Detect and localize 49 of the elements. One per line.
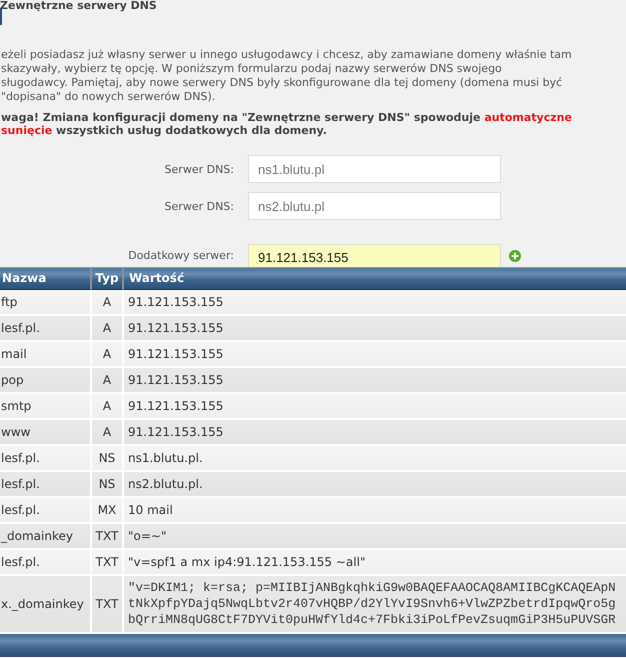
section-title: Zewnętrzne serwery DNS — [0, 0, 158, 12]
record-type-cell: A — [92, 290, 124, 316]
warning-paragraph: waga! Zmiana konfiguracji domeny na "Zewnętrzne serwery DNS" spowoduje automatyczne sunięcie wszystkich usług dodatkowych dla domeny. — [1, 111, 573, 137]
record-name-cell: ftp — [0, 290, 92, 316]
record-value-cell: ns2.blutu.pl. — [124, 472, 626, 498]
record-value-cell: 10 mail — [124, 498, 626, 524]
record-name-cell: pop — [0, 368, 92, 394]
record-name-cell: lesf.pl. — [0, 446, 92, 472]
record-value-cell: 91.121.153.155 — [124, 342, 626, 368]
record-type-cell: A — [92, 368, 124, 394]
record-value-cell: "v=spf1 a mx ip4:91.121.153.155 ~all" — [124, 550, 626, 576]
record-name-cell: _domainkey — [0, 524, 92, 550]
record-type-cell: NS — [92, 446, 124, 472]
record-name-cell: lesf.pl. — [0, 316, 92, 342]
intro-paragraph: eżeli posiadasz już własny serwer u innego usługodawcy i chcesz, aby zamawiane domeny właśnie tam skazywały, wybierz tę opcję. W poniższym formularzu podaj nazwy serwerów DNS swojego sługodawcy. Pamiętaj, aby nowe serwery DNS były skonfigurowane dla tej domeny (domena musi być "dopisana" do nowych serwerów DNS). — [1, 48, 573, 104]
record-name-cell: lesf.pl. — [0, 472, 92, 498]
field-label: Serwer DNS: — [164, 200, 234, 212]
record-name-cell: x._domainkey — [0, 576, 92, 634]
record-type-cell: A — [92, 394, 124, 420]
record-type-cell: NS — [92, 472, 124, 498]
record-value-cell: "o=~" — [124, 524, 626, 550]
dns-server-field[interactable]: ns1.blutu.pl — [248, 155, 501, 183]
record-value-cell: 91.121.153.155 — [124, 368, 626, 394]
record-name-cell: smtp — [0, 394, 92, 420]
record-type-cell: TXT — [92, 550, 124, 576]
dns-server-field[interactable]: 91.121.153.155 — [248, 244, 501, 267]
column-header: Nazwa — [0, 267, 92, 290]
record-name-cell: lesf.pl. — [0, 550, 92, 576]
add-icon[interactable] — [509, 250, 521, 262]
record-type-cell: TXT — [92, 576, 124, 634]
record-value-cell: 91.121.153.155 — [124, 290, 626, 316]
record-type-cell: A — [92, 420, 124, 446]
record-name-cell: lesf.pl. — [0, 498, 92, 524]
column-header: Wartość — [124, 267, 626, 290]
field-label: Serwer DNS: — [164, 162, 234, 176]
dns-server-field[interactable]: ns2.blutu.pl — [248, 192, 501, 220]
record-value-cell: 91.121.153.155 — [124, 316, 626, 342]
record-type-cell: A — [92, 316, 124, 342]
record-name-cell: www — [0, 420, 92, 446]
record-type-cell: TXT — [92, 524, 124, 550]
record-type-cell: A — [92, 342, 124, 368]
record-value-cell: "v=DKIM1; k=rsa; p=MIIBIjANBgkqhkiG9w0BAQEFAAOCAQ8AMIIBCgKCAQEApN tNkXpfpYDajq5NwqLbtv2r407vHQBP/d2YlYvI9Snvh6+VlwZPZbetrdIpqwQro5g bQrriMN8qUG8CtF7DYVit0puHWfYld4c+7Fbki3iPoLfPevZsuqmGiP3H5uPUVSGR — [124, 576, 626, 634]
record-name-cell: mail — [0, 342, 92, 368]
record-value-cell: 91.121.153.155 — [124, 394, 626, 420]
record-type-cell: MX — [92, 498, 124, 524]
record-value-cell: ns1.blutu.pl. — [124, 446, 626, 472]
field-label: Dodatkowy serwer: — [127, 249, 234, 262]
record-value-cell: 91.121.153.155 — [124, 420, 626, 446]
column-header: Typ — [92, 267, 124, 290]
